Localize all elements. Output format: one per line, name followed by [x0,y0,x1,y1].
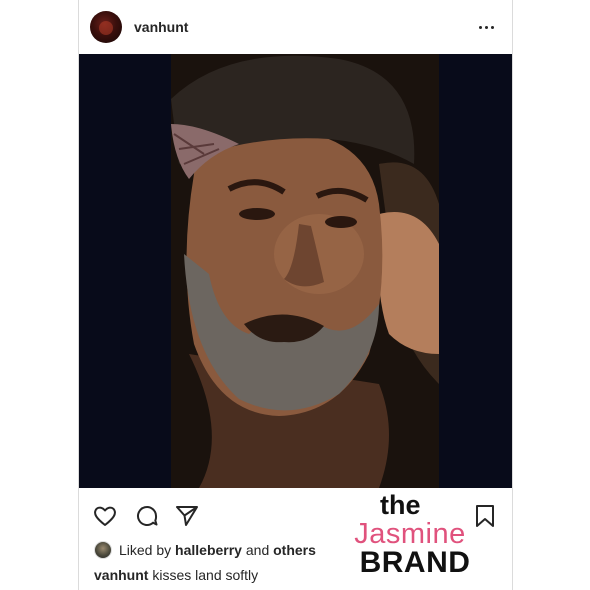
brand-watermark: the Jasmine BRAND [330,492,490,582]
post-username[interactable]: vanhunt [134,19,188,35]
post-header: vanhunt [79,0,512,54]
caption-text: kisses land softly [152,567,259,583]
watermark-brand: BRAND [359,546,471,579]
watermark-the: the [380,490,421,520]
liked-by-user[interactable]: halleberry [175,542,242,558]
heart-icon[interactable] [92,503,118,529]
likes-row: Liked by halleberry and others [94,540,316,560]
liker-avatar[interactable] [94,541,112,559]
liked-by-and: and [245,542,270,558]
more-options-icon[interactable] [476,17,496,37]
caption-username[interactable]: vanhunt [94,567,148,583]
photo-image [79,54,512,488]
comment-icon[interactable] [134,503,160,529]
user-avatar[interactable] [90,11,122,43]
post-caption: vanhunt kisses land softly [94,567,258,583]
watermark-jasmine: Jasmine [354,518,466,550]
liked-by-prefix: Liked by [119,542,172,558]
post-photo[interactable] [79,54,512,488]
liked-by-others[interactable]: others [273,542,316,558]
paper-plane-icon[interactable] [174,503,200,529]
